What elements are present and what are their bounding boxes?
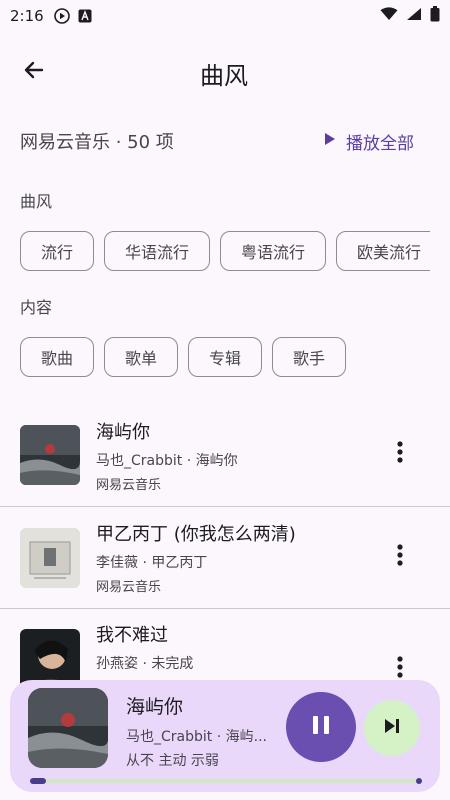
source-count: 网易云音乐 · 50 项 (20, 132, 174, 153)
play-all-button[interactable]: 播放全部 (324, 129, 414, 154)
play-icon (324, 131, 336, 151)
status-time: 2:16 (10, 7, 44, 25)
skip-next-button[interactable] (364, 700, 420, 756)
content-chip[interactable]: 歌单 (104, 337, 179, 377)
song-title: 甲乙丙丁 (你我怎么两清) (96, 524, 296, 545)
pause-icon (310, 714, 332, 740)
media-play-icon (53, 8, 70, 24)
now-playing-artist: 马也_Crabbit · 海屿... (126, 729, 267, 745)
app-notification-icon (78, 9, 92, 23)
more-vert-icon (397, 544, 403, 570)
skip-next-icon (383, 718, 401, 738)
battery-icon (430, 6, 440, 26)
progress-track (30, 779, 420, 783)
song-source: 网易云音乐 (96, 477, 162, 493)
more-vert-icon (397, 656, 403, 682)
playlist-summary: 网易云音乐 · 50 项 播放全部 (20, 124, 430, 158)
song-row[interactable]: 我不难过 孙燕姿 · 未完成 网易云音乐 (0, 608, 450, 686)
now-playing-lyric: 从不 主动 示弱 (126, 753, 219, 769)
more-options-button[interactable] (390, 440, 410, 468)
now-playing-title: 海屿你 (126, 696, 184, 718)
song-title: 海屿你 (96, 421, 150, 443)
content-chip[interactable]: 歌曲 (20, 337, 95, 377)
content-section-label: 内容 (20, 298, 53, 317)
genre-chip[interactable]: 欧美流行 (336, 231, 430, 271)
progress-fill (30, 778, 46, 784)
genre-chip[interactable]: 流行 (20, 231, 95, 271)
genre-section-label: 曲风 (20, 192, 53, 211)
playback-progress-bar[interactable] (30, 778, 422, 784)
content-chip[interactable]: 歌手 (272, 337, 347, 377)
arrow-back-icon (22, 58, 46, 86)
song-row[interactable]: 海屿你 马也_Crabbit · 海屿你 网易云音乐 (0, 404, 450, 506)
song-artist: 李佳薇 · 甲乙丙丁 (96, 555, 208, 571)
signal-icon (406, 7, 422, 25)
progress-end-dot (416, 778, 422, 784)
back-button[interactable] (16, 54, 52, 90)
content-chip-row: 歌曲 歌单 专辑 歌手 (20, 337, 430, 377)
genre-chip[interactable]: 华语流行 (104, 231, 211, 271)
page-title: 曲风 (200, 62, 248, 90)
more-options-button[interactable] (390, 543, 410, 571)
song-list: 海屿你 马也_Crabbit · 海屿你 网易云音乐 甲乙丙丁 (你我怎么两清)… (0, 404, 450, 686)
album-cover (20, 628, 80, 686)
more-vert-icon (397, 441, 403, 467)
top-app-bar: 曲风 (0, 44, 450, 100)
genre-chip[interactable]: 粤语流行 (220, 231, 327, 271)
song-row[interactable]: 甲乙丙丁 (你我怎么两清) 李佳薇 · 甲乙丙丁 网易云音乐 (0, 506, 450, 608)
content-chip[interactable]: 专辑 (188, 337, 263, 377)
album-cover (20, 425, 80, 485)
album-cover (20, 527, 80, 588)
pause-button[interactable] (286, 692, 356, 762)
more-options-button[interactable] (390, 655, 410, 683)
now-playing-cover (28, 688, 108, 768)
song-artist: 孙燕姿 · 未完成 (96, 656, 194, 672)
status-bar: 2:16 (0, 0, 450, 32)
song-artist: 马也_Crabbit · 海屿你 (96, 452, 238, 469)
play-all-label: 播放全部 (346, 133, 414, 154)
mini-player[interactable]: 海屿你 马也_Crabbit · 海屿... 从不 主动 示弱 (10, 680, 440, 792)
genre-chip-row: 流行 华语流行 粤语流行 欧美流行 (20, 231, 430, 271)
song-source: 网易云音乐 (96, 580, 162, 595)
wifi-icon (380, 7, 398, 25)
song-title: 我不难过 (96, 625, 168, 646)
